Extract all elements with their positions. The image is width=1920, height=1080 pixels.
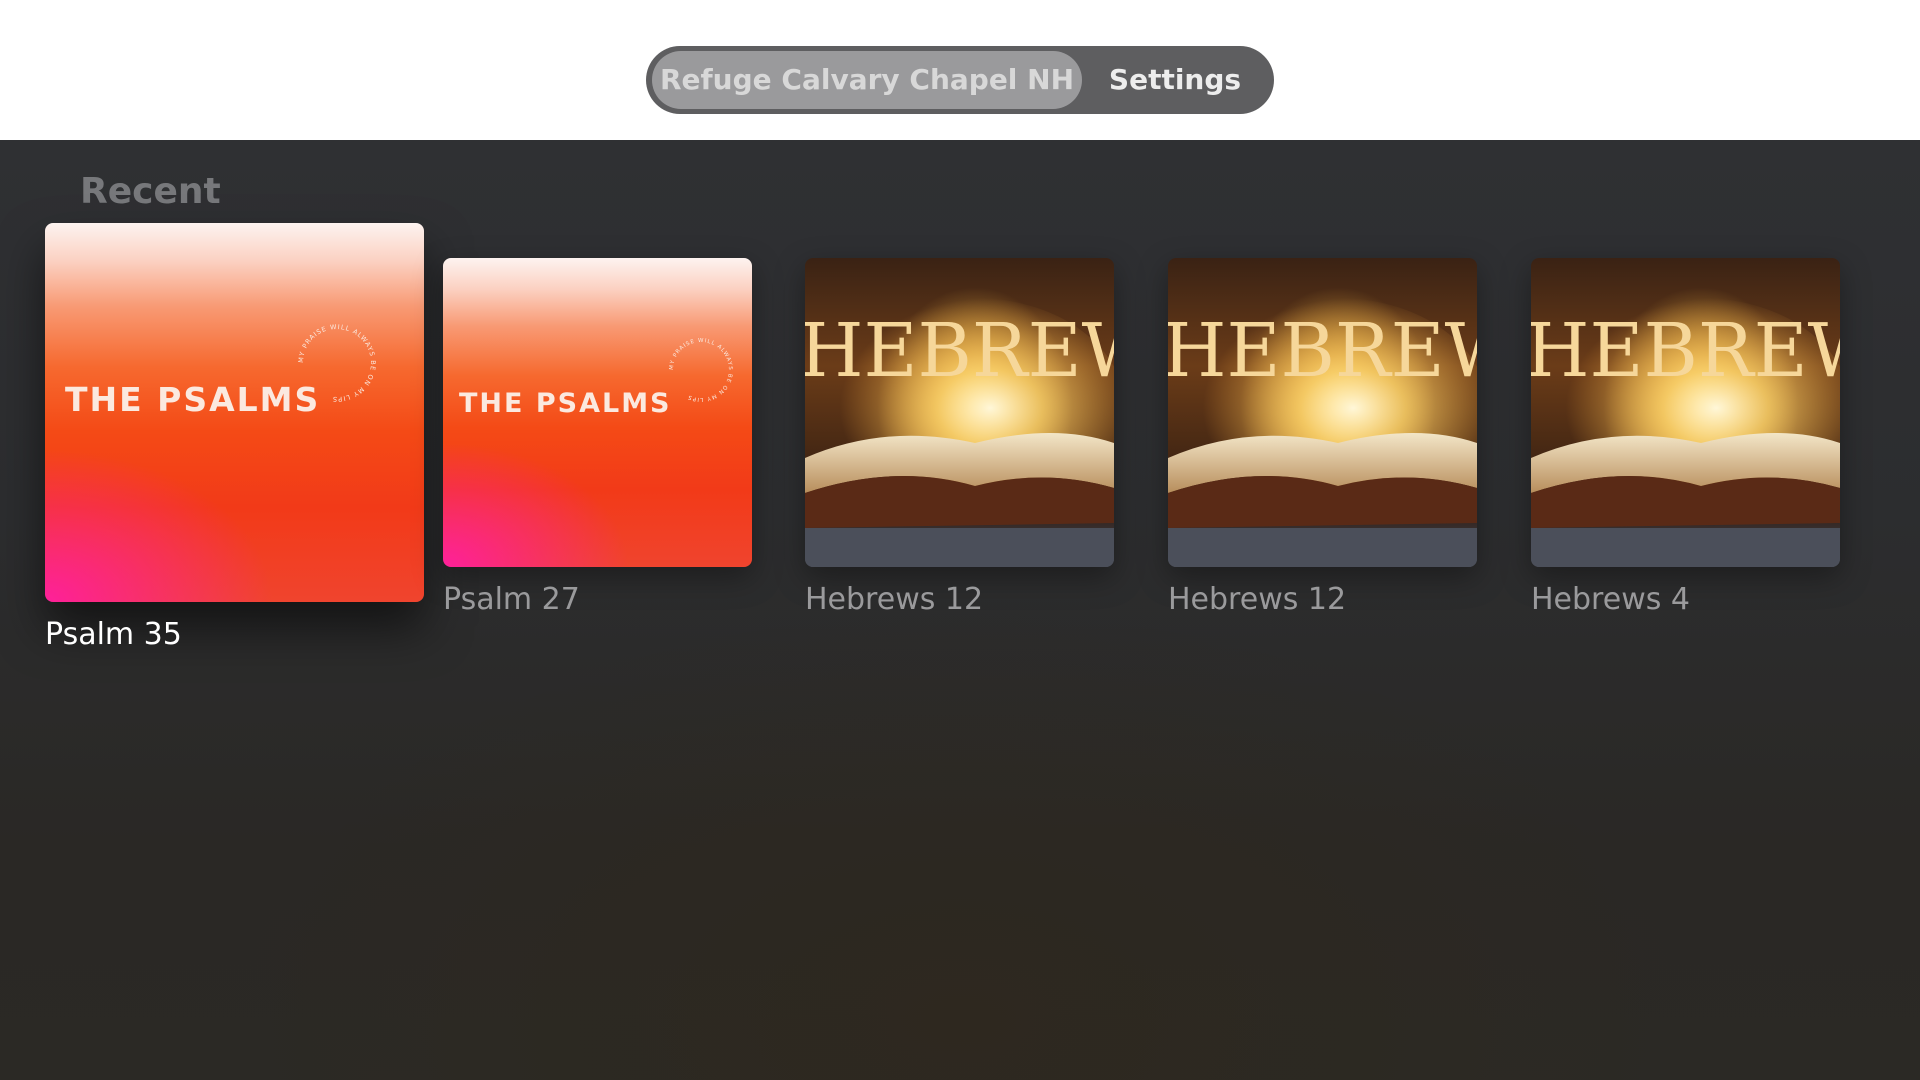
- tab-settings[interactable]: Settings: [1082, 51, 1268, 109]
- art-title-text: THE PSALMS: [459, 388, 672, 419]
- card-title: Psalm 27: [443, 582, 580, 617]
- section-title-recent: Recent: [80, 171, 221, 212]
- hebrews-artwork: HEBREWS: [805, 258, 1114, 567]
- art-title-text: HEBREWS: [805, 308, 1114, 394]
- art-title-text: HEBREWS: [1168, 308, 1477, 394]
- psalms-logo: THE PSALMS MY PRAISE WILL ALWAYS BE ON M…: [65, 323, 376, 419]
- card-title: Hebrews 12: [1168, 582, 1347, 617]
- bible-image: HEBREWS: [805, 298, 1114, 567]
- hebrews-artwork: HEBREWS: [1168, 258, 1477, 567]
- media-card[interactable]: HEBREWS Hebrews 12: [1168, 258, 1478, 638]
- art-title-text: HEBREWS: [1531, 308, 1840, 394]
- hebrews-artwork: HEBREWS: [1531, 258, 1840, 567]
- card-title: Hebrews 4: [1531, 582, 1690, 617]
- media-card[interactable]: HEBREWS Hebrews 12: [805, 258, 1115, 638]
- card-title: Psalm 35: [45, 617, 182, 652]
- psalms-logo: THE PSALMS MY PRAISE WILL ALWAYS BE ON M…: [459, 338, 733, 419]
- art-title-text: THE PSALMS: [65, 380, 320, 419]
- tab-bar: Refuge Calvary Chapel NH Settings: [646, 46, 1274, 114]
- tab-refuge-calvary-chapel-nh[interactable]: Refuge Calvary Chapel NH: [652, 51, 1082, 109]
- media-card[interactable]: THE PSALMS MY PRAISE WILL ALWAYS BE ON M…: [45, 223, 425, 663]
- media-card[interactable]: THE PSALMS MY PRAISE WILL ALWAYS BE ON M…: [443, 258, 753, 638]
- main-content: Recent THE PSALMS MY PRAISE WILL ALWAYS …: [0, 140, 1920, 1080]
- art-ring-text: MY PRAISE WILL ALWAYS BE ON MY LIPS: [669, 338, 733, 402]
- bible-image: HEBREWS: [1168, 298, 1477, 567]
- psalms-artwork: THE PSALMS MY PRAISE WILL ALWAYS BE ON M…: [45, 223, 424, 602]
- card-title: Hebrews 12: [805, 582, 984, 617]
- psalms-artwork: THE PSALMS MY PRAISE WILL ALWAYS BE ON M…: [443, 258, 752, 567]
- media-card[interactable]: HEBREWS Hebrews 4: [1531, 258, 1841, 638]
- top-bar: Refuge Calvary Chapel NH Settings: [0, 0, 1920, 140]
- bible-image: HEBREWS: [1531, 298, 1840, 567]
